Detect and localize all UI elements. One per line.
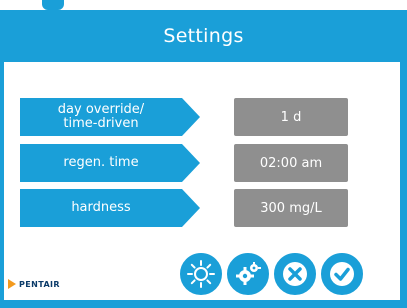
sun-icon — [187, 260, 215, 288]
advanced-settings-button[interactable] — [224, 250, 272, 298]
setting-label-regen-time: regen. time — [20, 144, 200, 182]
setting-value-regen-time[interactable]: 02:00 am — [234, 144, 348, 182]
logo-arrow-icon — [8, 279, 16, 289]
setting-label-day-override: day override/ time-driven — [20, 98, 200, 136]
page-title: Settings — [163, 25, 244, 47]
setting-label-text: hardness — [71, 200, 131, 215]
setting-label-text: day override/ time-driven — [57, 102, 145, 131]
display-settings-button[interactable] — [177, 250, 225, 298]
setting-value-hardness[interactable]: 300 mg/L — [234, 189, 348, 227]
setting-label-hardness: hardness — [20, 189, 200, 227]
cancel-button[interactable] — [271, 250, 319, 298]
gears-icon — [236, 262, 261, 285]
pentair-logo: PENTAIR — [8, 276, 60, 292]
check-icon — [330, 262, 354, 286]
top-indicator — [42, 0, 64, 10]
setting-value-day-override[interactable]: 1 d — [234, 98, 348, 136]
setting-label-text: regen. time — [63, 155, 139, 170]
confirm-button[interactable] — [318, 250, 366, 298]
close-icon — [283, 262, 307, 286]
logo-text: PENTAIR — [19, 279, 60, 289]
